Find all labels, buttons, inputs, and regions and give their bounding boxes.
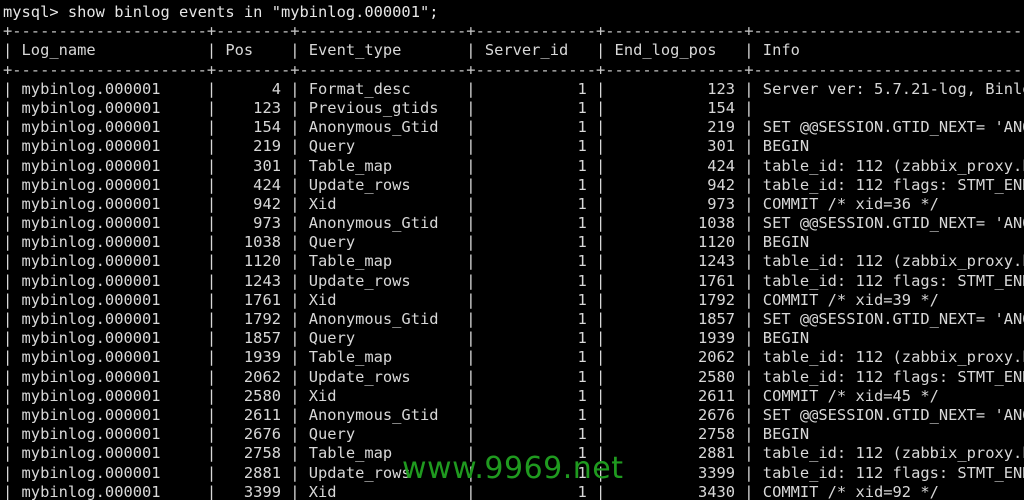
table-row: | mybinlog.000001 | 1038 | Query | 1 | 1…: [3, 233, 1024, 252]
terminal-window[interactable]: mysql> show binlog events in "mybinlog.0…: [0, 0, 1024, 500]
table-row: | mybinlog.000001 | 3399 | Xid | 1 | 343…: [3, 482, 1024, 500]
table-row: | mybinlog.000001 | 2580 | Xid | 1 | 261…: [3, 386, 1024, 405]
table-row: | mybinlog.000001 | 973 | Anonymous_Gtid…: [3, 214, 1024, 233]
table-row: | mybinlog.000001 | 1792 | Anonymous_Gti…: [3, 310, 1024, 328]
table-top-border: +---------------------+--------+--------…: [3, 22, 1024, 41]
table-row: | mybinlog.000001 | 1939 | Table_map | 1…: [3, 348, 1024, 367]
table-row: | mybinlog.000001 | 424 | Update_rows | …: [3, 175, 1024, 194]
table-row: | mybinlog.000001 | 1761 | Xid | 1 | 179…: [3, 290, 1024, 309]
table-row: | mybinlog.000001 | 219 | Query | 1 | 30…: [3, 137, 1024, 156]
table-row: | mybinlog.000001 | 2611 | Anonymous_Gti…: [3, 405, 1024, 424]
table-row: | mybinlog.000001 | 1857 | Query | 1 | 1…: [3, 329, 1024, 348]
table-row: | mybinlog.000001 | 301 | Table_map | 1 …: [3, 156, 1024, 175]
table-row: | mybinlog.000001 | 2758 | Table_map | 1…: [3, 444, 1024, 463]
table-body: | mybinlog.000001 | 4 | Format_desc | 1 …: [3, 80, 1024, 500]
table-header-separator: +---------------------+--------+--------…: [3, 60, 1024, 79]
table-header-row: | Log_name | Pos | Event_type | Server_i…: [3, 41, 1024, 60]
table-row: | mybinlog.000001 | 123 | Previous_gtids…: [3, 98, 1024, 117]
table-row: | mybinlog.000001 | 2676 | Query | 1 | 2…: [3, 425, 1024, 444]
table-row: | mybinlog.000001 | 2062 | Update_rows |…: [3, 367, 1024, 386]
mysql-prompt-line: mysql> show binlog events in "mybinlog.0…: [3, 3, 439, 21]
table-row: | mybinlog.000001 | 1120 | Table_map | 1…: [3, 252, 1024, 271]
table-row: | mybinlog.000001 | 4 | Format_desc | 1 …: [3, 79, 1024, 98]
table-row: | mybinlog.000001 | 942 | Xid | 1 | 973 …: [3, 194, 1024, 213]
table-row: | mybinlog.000001 | 1243 | Update_rows |…: [3, 271, 1024, 290]
table-row: | mybinlog.000001 | 154 | Anonymous_Gtid…: [3, 118, 1024, 137]
table-row: | mybinlog.000001 | 2881 | Update_rows |…: [3, 463, 1024, 482]
